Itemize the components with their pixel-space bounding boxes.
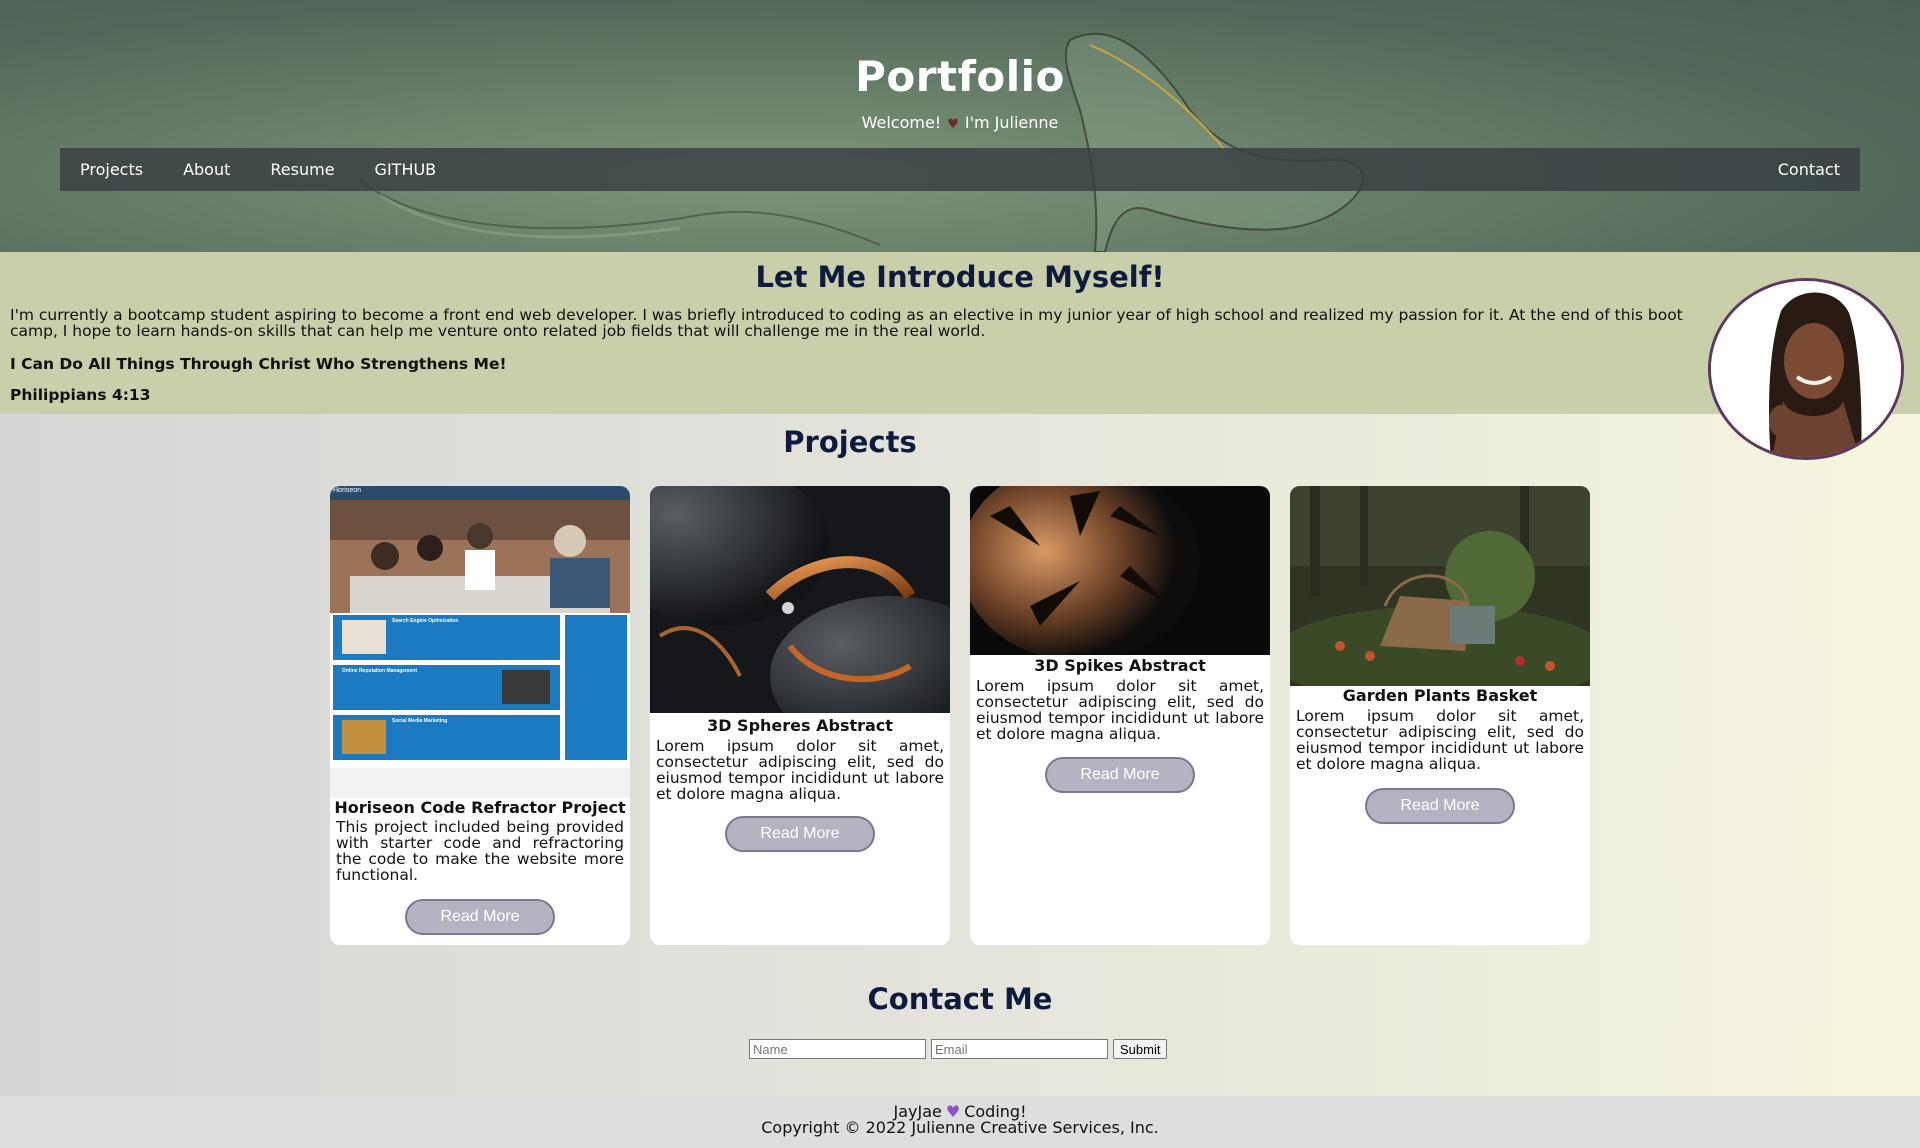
nav-resume-link[interactable]: Resume — [270, 160, 334, 179]
projects-heading: Projects — [783, 425, 917, 459]
horiseon-mock-section: Search Engine Optimization — [392, 618, 459, 624]
horiseon-mock-section: Social Media Marketing — [392, 718, 448, 724]
read-more-button[interactable]: Read More — [1365, 788, 1515, 824]
project-description: Lorem ipsum dolor sit amet, consectetur … — [976, 677, 1264, 743]
garden-basket-image — [1290, 486, 1590, 706]
project-title: Garden Plants Basket — [1342, 686, 1538, 705]
hero-header: Portfolio Welcome! ♥ I'm Julienne Projects… — [0, 0, 1920, 252]
intro-heading: Let Me Introduce Myself! — [755, 260, 1165, 294]
contact-form: Submit — [749, 1039, 1168, 1059]
intro-verse-reference: Philippians 4:13 — [10, 386, 151, 404]
main-nav: Projects About Resume GITHUB Contact — [60, 148, 1860, 191]
project-description: This project included being provided wit… — [336, 818, 624, 884]
profile-avatar — [1708, 278, 1904, 460]
nav-about-link[interactable]: About — [183, 160, 230, 179]
footer-copyright: Copyright © 2022 Julienne Creative Servi… — [761, 1118, 1159, 1137]
welcome-text: Welcome! — [861, 113, 942, 132]
horiseon-mock-brand: Horiseon — [333, 487, 362, 494]
project-card: Garden Plants Basket Lorem ipsum dolor s… — [1290, 486, 1590, 945]
intro-section: Let Me Introduce Myself! I'm currently a… — [0, 252, 1920, 414]
nav-contact-link[interactable]: Contact — [1778, 160, 1840, 179]
project-title: 3D Spikes Abstract — [1034, 656, 1206, 675]
project-description: Lorem ipsum dolor sit amet, consectetur … — [1296, 707, 1584, 773]
project-description: Lorem ipsum dolor sit amet, consectetur … — [656, 737, 944, 803]
name-text: I'm Julienne — [964, 113, 1059, 132]
spheres-abstract-image — [650, 486, 950, 756]
intro-verse: I Can Do All Things Through Christ Who S… — [10, 355, 507, 373]
read-more-button[interactable]: Read More — [405, 899, 555, 935]
horiseon-mock-section: Online Reputation Management — [342, 668, 418, 674]
contact-heading: Contact Me — [867, 982, 1053, 1016]
project-card: 3D Spikes Abstract Lorem ipsum dolor sit… — [970, 486, 1270, 945]
heart-icon: ♥ — [947, 117, 959, 132]
read-more-button[interactable]: Read More — [1045, 757, 1195, 793]
name-input[interactable] — [749, 1039, 926, 1059]
project-card: 3D Spheres Abstract Lorem ipsum dolor si… — [650, 486, 950, 945]
page-title: Portfolio — [855, 52, 1065, 101]
welcome-line: Welcome! ♥ I'm Julienne — [0, 113, 1920, 132]
submit-button[interactable]: Submit — [1113, 1039, 1168, 1059]
read-more-button[interactable]: Read More — [725, 816, 875, 852]
email-input[interactable] — [931, 1039, 1108, 1059]
nav-github-link[interactable]: GITHUB — [375, 160, 437, 179]
horiseon-screenshot: Horiseon Search Engine Optimization Onli… — [330, 486, 630, 798]
spikes-abstract-image — [970, 486, 1270, 661]
intro-bio: I'm currently a bootcamp student aspirin… — [10, 306, 1683, 340]
footer-brand: JayJae ♥ Coding! — [0, 1096, 1920, 1120]
nav-projects-link[interactable]: Projects — [80, 160, 143, 179]
project-title: Horiseon Code Refractor Project — [334, 798, 626, 817]
project-card: Horiseon Search Engine Optimization Onli… — [330, 486, 630, 945]
site-footer: JayJae ♥ Coding! Copyright © 2022 Julienne… — [0, 1096, 1920, 1148]
project-title: 3D Spheres Abstract — [707, 716, 893, 735]
